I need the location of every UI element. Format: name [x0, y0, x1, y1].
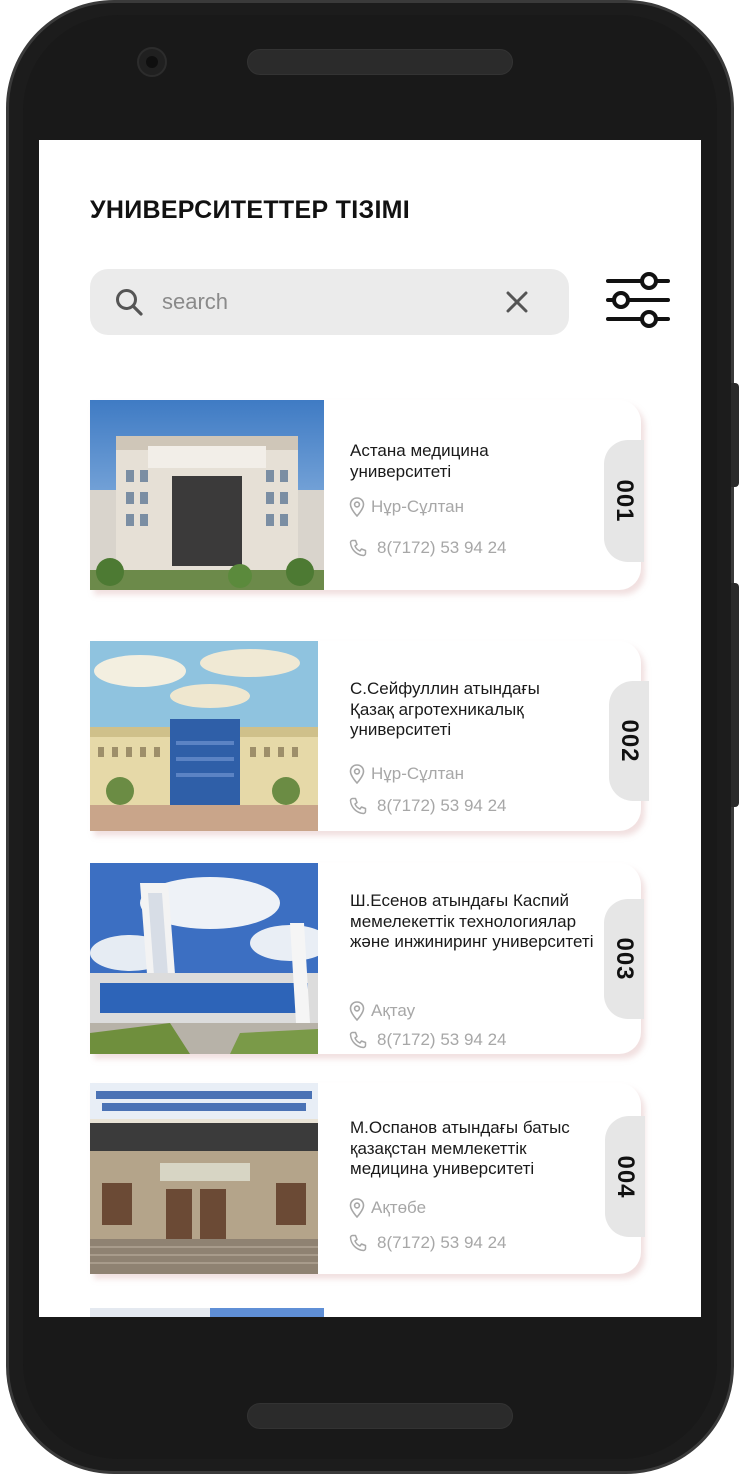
university-name: Ш.Есенов атындағы Каспий мемелекеттік те… — [350, 891, 594, 951]
university-city: Нұр-Сұлтан — [371, 497, 465, 516]
university-name: Астана медицина университеті — [350, 441, 489, 481]
university-location: Нұр-Сұлтан — [349, 764, 464, 784]
university-number: 004 — [612, 1154, 639, 1199]
university-city: Ақтау — [371, 1001, 416, 1020]
university-name: С.Сейфуллин атындағы Қазақ агротехникалы… — [350, 679, 540, 739]
sliders-icon[interactable] — [605, 268, 671, 332]
location-pin-icon — [349, 1001, 365, 1021]
university-card-3[interactable]: Ш.Есенов атындағы Каспий мемелекеттік те… — [90, 863, 644, 1054]
power-button — [731, 583, 739, 807]
close-icon[interactable] — [504, 289, 530, 315]
university-photo — [90, 400, 324, 590]
location-pin-icon — [349, 764, 365, 784]
university-number: 001 — [611, 479, 638, 523]
front-camera — [137, 47, 167, 77]
university-photo — [90, 641, 318, 831]
university-card-4[interactable]: М.Оспанов атындағы батыс қазақстан мемле… — [90, 1083, 645, 1274]
phone-icon — [349, 1234, 367, 1252]
phone-icon — [349, 797, 367, 815]
university-city: Ақтөбе — [371, 1198, 427, 1217]
phone-icon — [349, 539, 367, 557]
search-icon — [116, 289, 143, 316]
phone-icon — [349, 1031, 367, 1049]
search-input[interactable] — [162, 282, 492, 322]
university-photo — [90, 1083, 318, 1274]
university-number: 002 — [616, 719, 643, 763]
university-phone: 8(7172) 53 94 24 — [349, 1030, 507, 1050]
university-location: Ақтау — [349, 1001, 415, 1021]
university-phone: 8(7172) 53 94 24 — [349, 1233, 507, 1253]
bottom-speaker — [247, 1403, 513, 1429]
university-number-tab: 004 — [605, 1116, 645, 1237]
search-bar[interactable] — [90, 269, 569, 335]
university-phone-number: 8(7172) 53 94 24 — [377, 796, 507, 815]
university-number: 003 — [611, 937, 638, 981]
location-pin-icon — [349, 1198, 365, 1218]
university-city: Нұр-Сұлтан — [371, 764, 465, 783]
university-location: Нұр-Сұлтан — [349, 497, 464, 517]
university-phone-number: 8(7172) 53 94 24 — [377, 1233, 507, 1252]
location-pin-icon — [349, 497, 365, 517]
university-phone-number: 8(7172) 53 94 24 — [377, 538, 507, 557]
university-phone-number: 8(7172) 53 94 24 — [377, 1030, 507, 1049]
university-phone: 8(7172) 53 94 24 — [349, 538, 507, 558]
university-number-tab: 003 — [604, 899, 644, 1019]
university-card-2[interactable]: С.Сейфуллин атындағы Қазақ агротехникалы… — [90, 641, 649, 831]
university-location: Ақтөбе — [349, 1198, 426, 1218]
volume-button — [731, 383, 739, 487]
university-number-tab: 002 — [609, 681, 649, 801]
university-phone: 8(7172) 53 94 24 — [349, 796, 507, 816]
university-name: М.Оспанов атындағы батыс қазақстан мемле… — [350, 1118, 570, 1178]
university-card-1[interactable]: Астана медицина университеті Нұр-Сұлтан … — [90, 400, 644, 590]
earpiece-speaker — [247, 49, 513, 75]
university-photo — [90, 863, 318, 1054]
university-card-5-partial[interactable] — [90, 1308, 324, 1317]
app-screen: УНИВЕРСИТЕТТЕР ТІЗІМІ search Астана меди… — [39, 140, 701, 1317]
university-number-tab: 001 — [604, 440, 644, 562]
page-title: УНИВЕРСИТЕТТЕР ТІЗІМІ — [90, 196, 411, 224]
